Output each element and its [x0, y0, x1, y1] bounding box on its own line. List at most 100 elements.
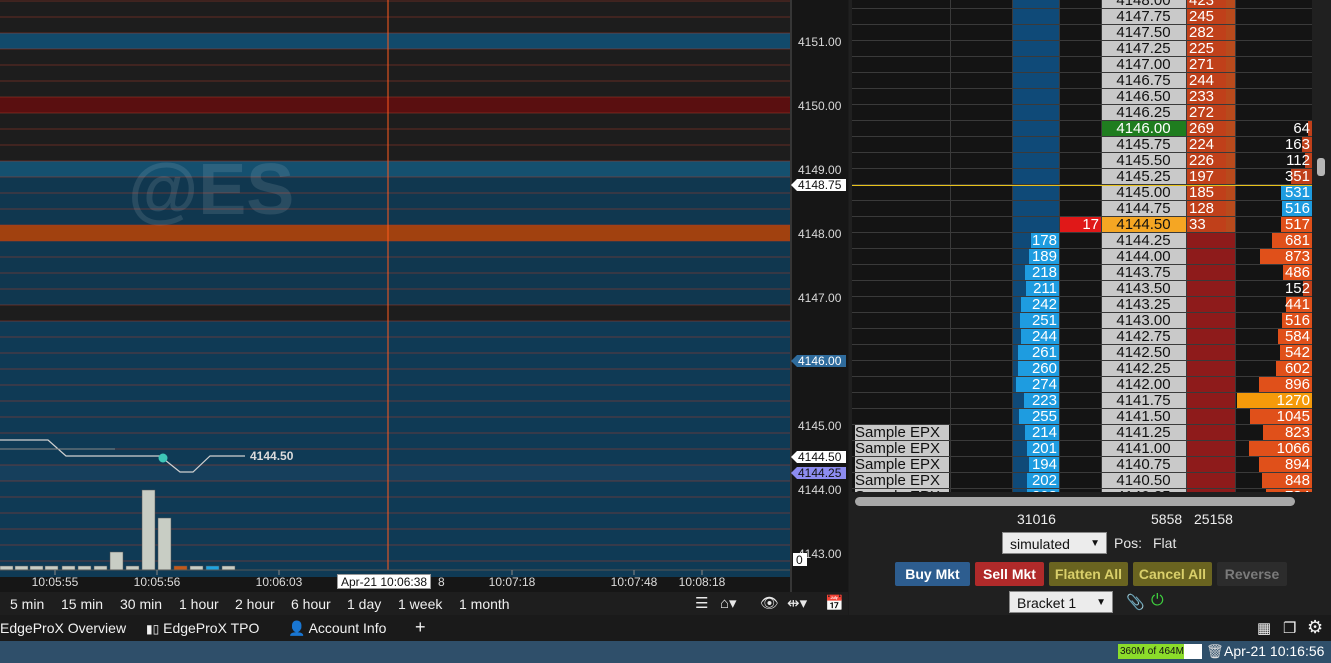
ladder-row[interactable]: Sample EPX 194 4140.75 894	[852, 457, 1312, 473]
price-level: 4140.50	[1116, 472, 1171, 489]
copy-windows-icon[interactable]: ❐	[1283, 619, 1296, 637]
ask-size: 272	[1189, 104, 1215, 121]
ladder-row[interactable]: Sample EPX 201 4141.00 1066	[852, 441, 1312, 457]
timeframe-15-min[interactable]: 15 min	[61, 596, 103, 612]
ladder-row[interactable]: 4146.00 269 64	[852, 121, 1312, 137]
ladder-row[interactable]: 223 4141.75 1270	[852, 393, 1312, 409]
ladder-row[interactable]: 17 4144.50 33 517	[852, 217, 1312, 233]
price-level: 4142.25	[1116, 360, 1171, 377]
ladder-row[interactable]: 4145.50 226 112	[852, 153, 1312, 169]
gear-icon[interactable]: ⚙	[1307, 617, 1323, 638]
timeframe-2-hour[interactable]: 2 hour	[235, 596, 275, 612]
ladder-row[interactable]: 4147.50 282	[852, 25, 1312, 41]
timeframe-1-day[interactable]: 1 day	[347, 596, 381, 612]
ask-size: 282	[1189, 24, 1215, 41]
list-icon[interactable]: ☰	[695, 594, 708, 612]
ladder-row[interactable]: 4145.75 224 163	[852, 137, 1312, 153]
timeframe-1-month[interactable]: 1 month	[459, 596, 510, 612]
layout-icon[interactable]: ▦	[1257, 619, 1271, 637]
timeframe-5-min[interactable]: 5 min	[10, 596, 44, 612]
sell-market-button[interactable]: Sell Mkt	[975, 562, 1044, 586]
position-value: Flat	[1153, 535, 1177, 551]
calendar-icon[interactable]: 📅	[825, 594, 844, 612]
ladder-row[interactable]: 4147.75 245	[852, 9, 1312, 25]
price-level: 4145.75	[1116, 136, 1171, 153]
flatten-all-button[interactable]: Flatten All	[1049, 562, 1128, 586]
ladder-row[interactable]: 244 4142.75 584	[852, 329, 1312, 345]
price-level: 4141.75	[1116, 392, 1171, 409]
ladder-row[interactable]: 255 4141.50 1045	[852, 409, 1312, 425]
tab-edgeprox-overview[interactable]: EdgeProX Overview	[0, 620, 126, 636]
bid-size: 242	[1031, 296, 1057, 313]
price-ladder[interactable]: 4148.00 423 4147.75 245 4147.50 282 4147.25 225…	[852, 0, 1312, 492]
ask-size: 128	[1189, 200, 1215, 217]
reverse-button[interactable]: Reverse	[1217, 562, 1287, 586]
order-label: Sample EPX	[855, 440, 941, 457]
ask-size: 233	[1189, 88, 1215, 105]
tab-account-info[interactable]: 👤 Account Info	[288, 620, 386, 637]
crosshair-time-label: Apr-21 10:06:38	[337, 574, 432, 589]
buy-market-button[interactable]: Buy Mkt	[895, 562, 970, 586]
chart-canvas[interactable]: @ES 4144.50 4151.00 4150.00 4149.00 4148.00 41…	[0, 0, 848, 592]
ladder-row[interactable]: 4146.75 244	[852, 73, 1312, 89]
timeframe-6-hour[interactable]: 6 hour	[291, 596, 331, 612]
ask-column-bg	[1186, 233, 1235, 249]
ask-column-bg	[1186, 345, 1235, 361]
price-level: 4145.25	[1116, 168, 1171, 185]
ladder-row[interactable]: Sample EPX 214 4141.25 823	[852, 425, 1312, 441]
ladder-row[interactable]: 4145.00 185 531	[852, 185, 1312, 201]
bid-size: 261	[1031, 344, 1057, 361]
ladder-row[interactable]: 211 4143.50 152	[852, 281, 1312, 297]
ladder-horizontal-scrollbar[interactable]	[855, 497, 1295, 506]
cumulative-size: 531	[1284, 184, 1310, 201]
ladder-row[interactable]: 4147.00 271	[852, 57, 1312, 73]
timeframe-1-week[interactable]: 1 week	[398, 596, 442, 612]
tab-edgeprox-tpo[interactable]: ▮▯ EdgeProX TPO	[146, 620, 259, 636]
ladder-row[interactable]: Sample EPX 203 4140.25 784	[852, 489, 1312, 492]
account-select[interactable]: simulated ▼	[1002, 532, 1107, 554]
ladder-row[interactable]: 4144.75 128 516	[852, 201, 1312, 217]
ladder-row[interactable]: 4147.25 225	[852, 41, 1312, 57]
bid-column-bg	[1012, 185, 1059, 201]
ladder-row[interactable]: 4145.25 197 351	[852, 169, 1312, 185]
price-level: 4145.00	[1116, 184, 1171, 201]
ladder-row[interactable]: 242 4143.25 441	[852, 297, 1312, 313]
ladder-row[interactable]: 189 4144.00 873	[852, 249, 1312, 265]
bid-column-bg	[1012, 41, 1059, 57]
ladder-row[interactable]: 4146.25 272	[852, 105, 1312, 121]
chart-panel[interactable]: @ES 4144.50 4151.00 4150.00 4149.00 4148.00 41…	[0, 0, 848, 615]
cancel-all-button[interactable]: Cancel All	[1133, 562, 1212, 586]
timeframe-1-hour[interactable]: 1 hour	[179, 596, 219, 612]
ladder-row[interactable]: 251 4143.00 516	[852, 313, 1312, 329]
price-level: 4144.25	[1116, 232, 1171, 249]
attachment-icon[interactable]: 📎	[1126, 593, 1145, 611]
drawing-tools-icon[interactable]: ⌂▾	[720, 594, 737, 612]
timeframe-30-min[interactable]: 30 min	[120, 596, 162, 612]
ask-column-bg	[1186, 313, 1235, 329]
ladder-row[interactable]: 4146.50 233	[852, 89, 1312, 105]
ladder-row[interactable]: 261 4142.50 542	[852, 345, 1312, 361]
ladder-row[interactable]: 274 4142.00 896	[852, 377, 1312, 393]
ask-column-bg	[1186, 409, 1235, 425]
ladder-row[interactable]: 218 4143.75 486	[852, 265, 1312, 281]
price-level: 4146.50	[1116, 88, 1171, 105]
ladder-row[interactable]: Sample EPX 202 4140.50 848	[852, 473, 1312, 489]
ladder-row[interactable]: 178 4144.25 681	[852, 233, 1312, 249]
add-tab-icon[interactable]: +	[415, 617, 426, 638]
volume-bar	[93, 565, 108, 571]
ladder-vertical-scrollbar[interactable]	[1317, 158, 1325, 176]
power-icon[interactable]: ⏻	[1151, 592, 1164, 610]
range-icon[interactable]: ⇹▾	[787, 594, 807, 612]
cumulative-size: 584	[1284, 328, 1310, 345]
ladder-row[interactable]: 260 4142.25 602	[852, 361, 1312, 377]
bid-size: 255	[1031, 408, 1057, 425]
ask-column-bg	[1186, 361, 1235, 377]
volume-profile-band	[0, 305, 790, 321]
dom-panel: 4148.00 423 4147.75 245 4147.50 282 4147.25 225…	[849, 0, 1331, 615]
bracket-select[interactable]: Bracket 1 ▼	[1009, 591, 1113, 613]
bid-size: 260	[1031, 360, 1057, 377]
ask-column-bg	[1186, 249, 1235, 265]
cumulative-size: 1270	[1276, 392, 1310, 409]
eye-icon[interactable]: 👁	[760, 594, 779, 612]
trash-icon[interactable]: 🗑	[1206, 643, 1224, 660]
